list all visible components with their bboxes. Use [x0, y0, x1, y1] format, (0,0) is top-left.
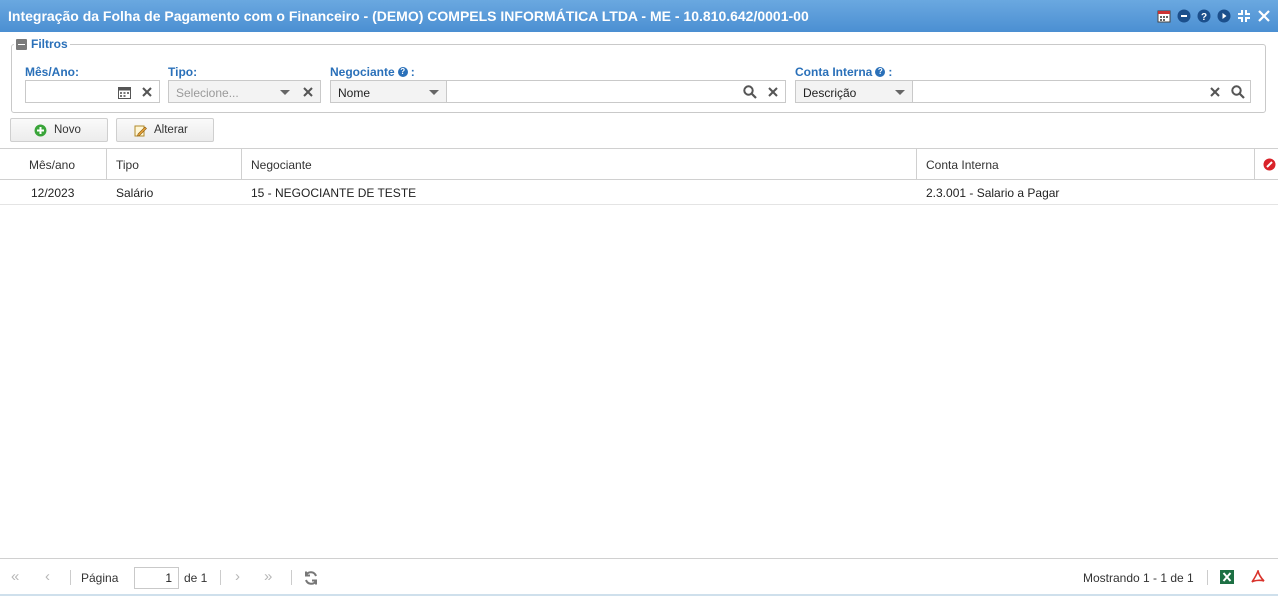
negociante-mode-value: Nome — [338, 86, 371, 100]
alterar-label: Alterar — [154, 124, 188, 136]
conta-interna-mode-dropdown-icon[interactable] — [892, 84, 908, 100]
negociante-help-icon[interactable]: ? — [397, 67, 408, 77]
page-number-input[interactable]: 1 — [134, 567, 179, 589]
novo-label: Novo — [54, 124, 81, 136]
calendar-icon[interactable] — [1156, 8, 1172, 24]
conta-interna-mode-value: Descrição — [803, 86, 857, 100]
tipo-dropdown-icon[interactable] — [277, 84, 293, 100]
clear-mes-ano-icon[interactable] — [139, 84, 155, 100]
separator — [220, 570, 221, 585]
tipo-placeholder: Selecione... — [176, 86, 239, 100]
negociante-label: Negociante ? : — [330, 65, 415, 79]
prev-page-icon[interactable]: ‹ — [45, 569, 50, 585]
window-controls: ? — [1156, 8, 1272, 24]
paging-toolbar: « ‹ Página 1 de 1 › » Mostrando 1 - 1 de… — [0, 558, 1278, 596]
conta-interna-search-input[interactable] — [912, 80, 1251, 103]
svg-text:?: ? — [1201, 12, 1207, 23]
pdf-export-icon[interactable] — [1251, 568, 1265, 587]
clear-conta-interna-icon[interactable] — [1207, 84, 1223, 100]
cell-tipo: Salário — [116, 186, 154, 200]
delete-column-icon[interactable] — [1263, 158, 1276, 174]
grid-header: Mês/ano Tipo Negociante Conta Interna — [0, 148, 1278, 180]
restore-icon[interactable] — [1236, 8, 1252, 24]
mes-ano-label: Mês/Ano: — [25, 65, 79, 79]
conta-interna-help-icon[interactable]: ? — [875, 67, 886, 77]
search-icon[interactable] — [1230, 84, 1246, 100]
cell-negociante: 15 - NEGOCIANTE DE TESTE — [251, 186, 417, 200]
conta-interna-mode-select[interactable]: Descrição — [795, 80, 913, 103]
window-title: Integração da Folha de Pagamento com o F… — [8, 8, 809, 24]
edit-icon — [134, 125, 147, 137]
refresh-icon[interactable] — [303, 570, 319, 589]
mes-ano-field[interactable] — [25, 80, 160, 103]
alterar-button[interactable]: Alterar — [116, 118, 214, 142]
help-icon[interactable]: ? — [1196, 8, 1212, 24]
separator — [291, 570, 292, 585]
tipo-select[interactable]: Selecione... — [168, 80, 321, 103]
filters-legend[interactable]: Filtros — [14, 37, 70, 51]
excel-export-icon[interactable] — [1220, 570, 1234, 587]
next-page-icon[interactable]: › — [235, 569, 240, 585]
page-total-label: de 1 — [184, 571, 208, 585]
window-title-bar: Integração da Folha de Pagamento com o F… — [0, 0, 1278, 32]
first-page-icon[interactable]: « — [11, 569, 19, 585]
negociante-search-input[interactable] — [446, 80, 786, 103]
conta-interna-label: Conta Interna ? : — [795, 65, 893, 79]
negociante-mode-select[interactable]: Nome — [330, 80, 447, 103]
column-header-conta-interna[interactable]: Conta Interna — [917, 149, 1255, 180]
display-info: Mostrando 1 - 1 de 1 — [1083, 571, 1194, 585]
negociante-mode-dropdown-icon[interactable] — [426, 84, 442, 100]
collapse-icon[interactable] — [16, 38, 27, 50]
separator — [1207, 570, 1208, 585]
calendar-picker-icon[interactable] — [116, 84, 132, 100]
column-header-negociante[interactable]: Negociante — [242, 149, 917, 180]
next-icon[interactable] — [1216, 8, 1232, 24]
last-page-icon[interactable]: » — [264, 569, 272, 585]
close-icon[interactable] — [1256, 8, 1272, 24]
separator — [70, 570, 71, 585]
cell-mes-ano: 12/2023 — [31, 186, 75, 200]
table-row[interactable]: 12/2023 Salário 15 - NEGOCIANTE DE TESTE… — [0, 180, 1278, 205]
minimize-icon[interactable] — [1176, 8, 1192, 24]
novo-button[interactable]: Novo — [10, 118, 108, 142]
filters-legend-label: Filtros — [31, 37, 68, 51]
tipo-label: Tipo: — [168, 65, 198, 79]
clear-negociante-icon[interactable] — [765, 84, 781, 100]
search-icon[interactable] — [742, 84, 758, 100]
clear-tipo-icon[interactable] — [300, 84, 316, 100]
column-header-mes-ano[interactable]: Mês/ano — [0, 149, 107, 180]
column-header-tipo[interactable]: Tipo — [107, 149, 242, 180]
add-icon — [34, 124, 47, 137]
cell-conta-interna: 2.3.001 - Salario a Pagar — [926, 186, 1060, 200]
page-label: Página — [81, 571, 119, 585]
